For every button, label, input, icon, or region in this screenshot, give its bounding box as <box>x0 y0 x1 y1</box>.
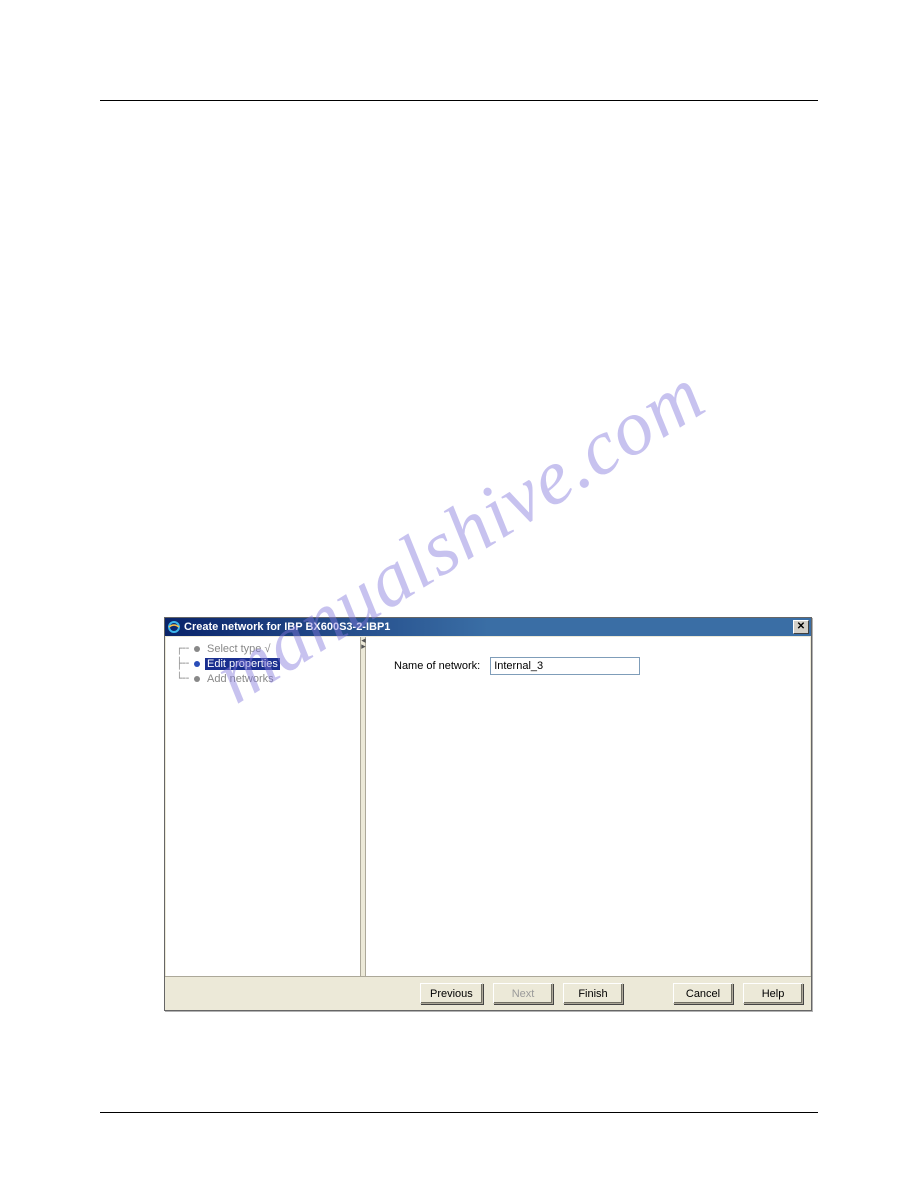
tree-connector-icon: ├╌ <box>176 657 194 670</box>
page-top-rule <box>100 100 818 101</box>
page-bottom-rule <box>100 1112 818 1113</box>
tree-connector-icon: ┌╌ <box>176 642 194 655</box>
bullet-icon <box>194 646 200 652</box>
splitter[interactable]: ◂▸ <box>360 637 366 976</box>
network-name-label: Name of network: <box>394 660 480 672</box>
network-name-row: Name of network: <box>394 657 810 675</box>
tree-item-edit-properties[interactable]: ├╌ Edit properties <box>170 656 360 671</box>
close-icon: ✕ <box>797 622 805 632</box>
tree-item-select-type[interactable]: ┌╌ Select type √ <box>170 641 360 656</box>
close-button[interactable]: ✕ <box>793 620 809 634</box>
help-button[interactable]: Help <box>743 983 803 1004</box>
tree-item-label: Add networks <box>205 673 276 685</box>
cancel-button[interactable]: Cancel <box>673 983 733 1004</box>
wizard-steps-tree: ┌╌ Select type √ ├╌ Edit properties └╌ A… <box>166 637 360 976</box>
bullet-icon <box>194 661 200 667</box>
tree-connector-icon: └╌ <box>176 672 194 685</box>
finish-button[interactable]: Finish <box>563 983 623 1004</box>
previous-button[interactable]: Previous <box>420 983 483 1004</box>
ie-icon <box>167 620 181 634</box>
form-pane: Name of network: <box>366 637 810 976</box>
bullet-icon <box>194 676 200 682</box>
titlebar: Create network for IBP BX600S3-2-IBP1 ✕ <box>165 618 811 636</box>
button-bar: Previous Next Finish Cancel Help <box>165 976 811 1010</box>
tree-item-add-networks[interactable]: └╌ Add networks <box>170 671 360 686</box>
tree-item-label: Edit properties <box>205 658 280 670</box>
next-button: Next <box>493 983 553 1004</box>
dialog-title: Create network for IBP BX600S3-2-IBP1 <box>184 621 793 633</box>
dialog-content: ┌╌ Select type √ ├╌ Edit properties └╌ A… <box>166 637 810 976</box>
create-network-dialog: Create network for IBP BX600S3-2-IBP1 ✕ … <box>164 617 812 1011</box>
splitter-grip-icon: ◂▸ <box>358 637 369 652</box>
network-name-input[interactable] <box>490 657 640 675</box>
tree-item-label: Select type √ <box>205 643 273 655</box>
